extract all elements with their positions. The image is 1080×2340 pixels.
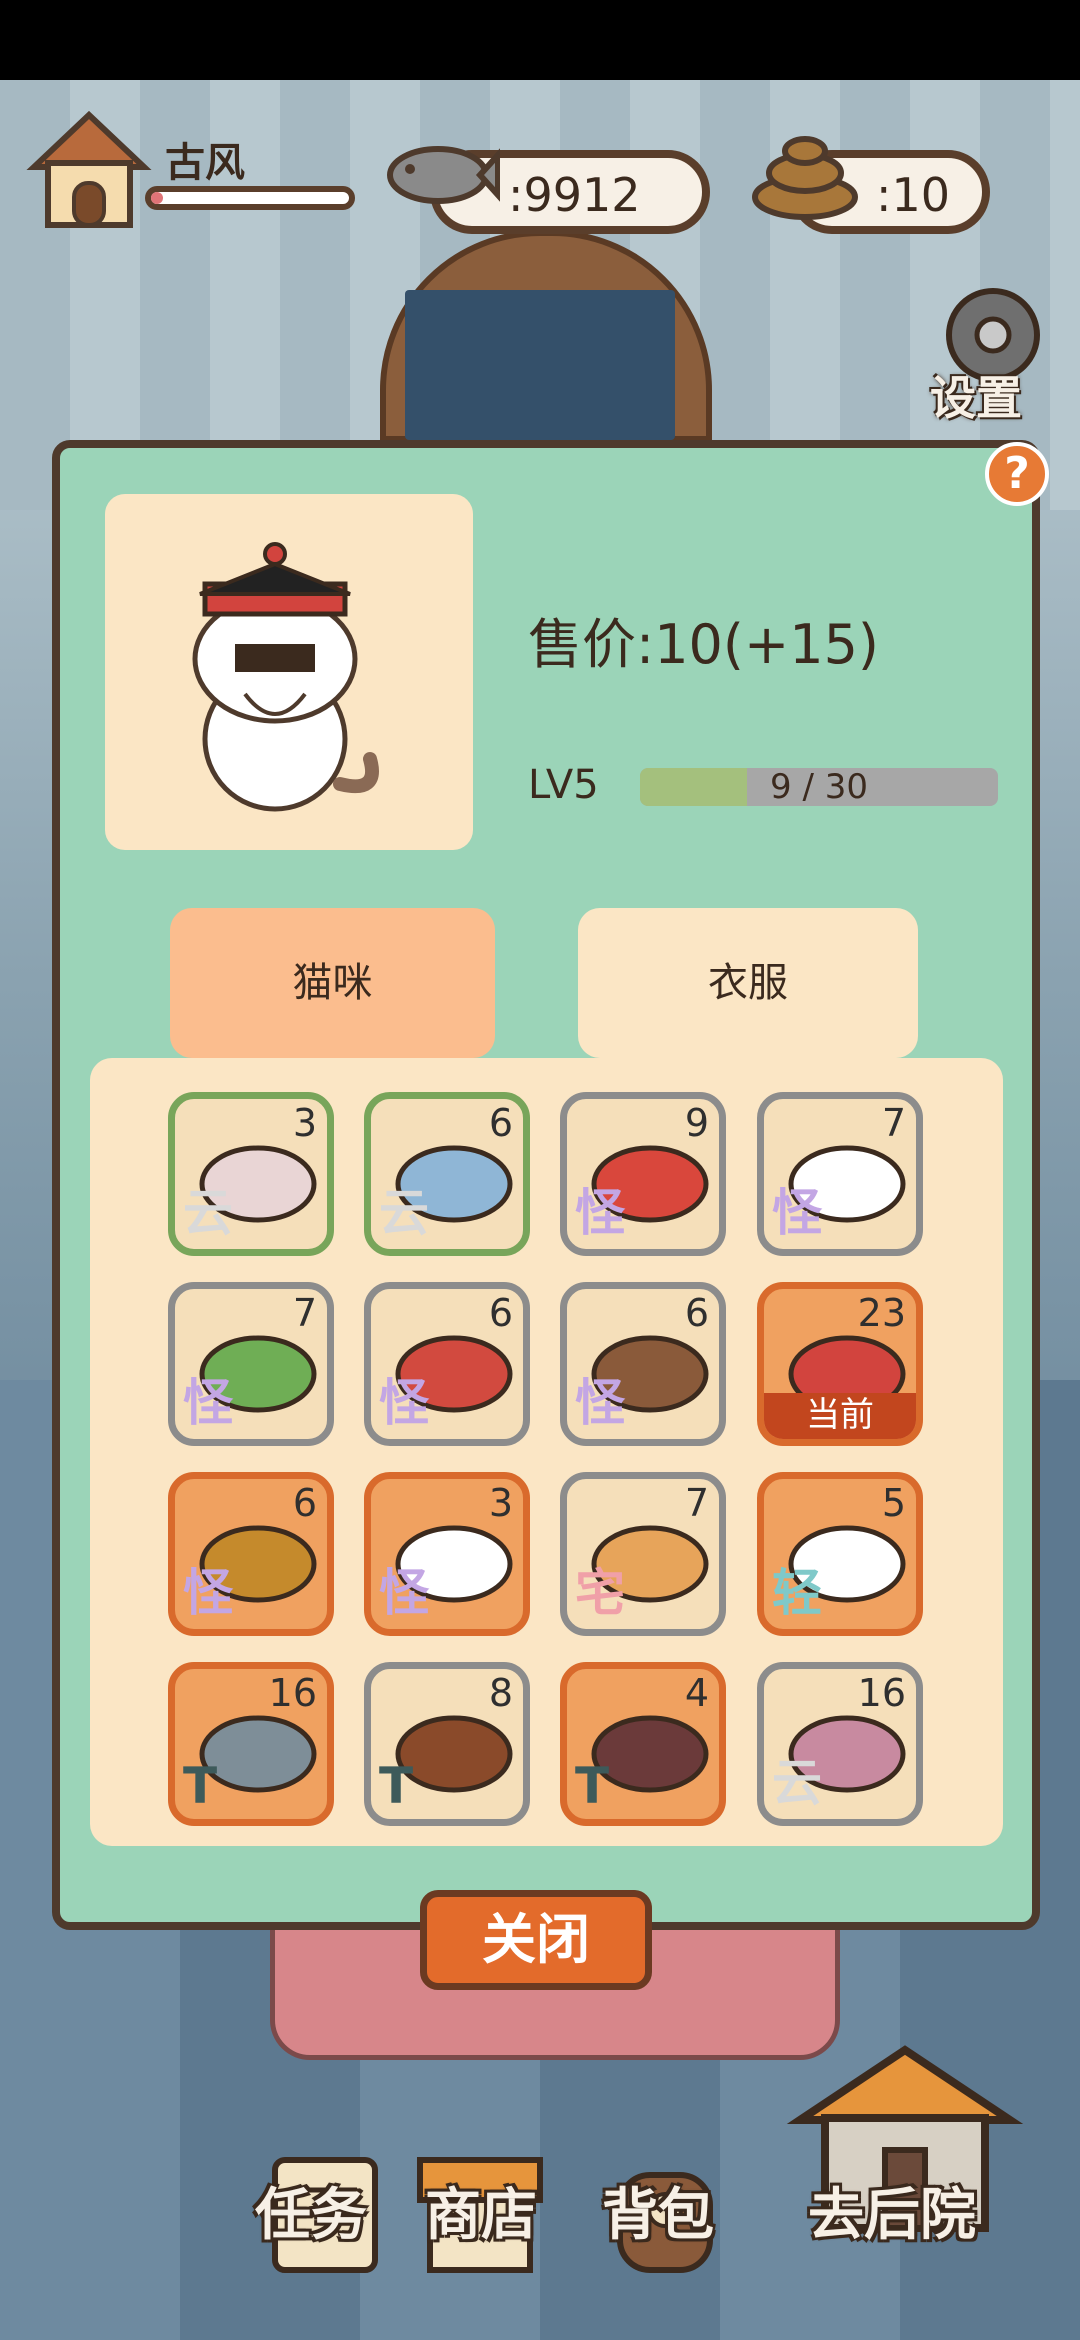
item-count: 6 xyxy=(292,1481,317,1525)
outfit-item[interactable]: 16 T xyxy=(168,1662,334,1826)
experience-text: 9 / 30 xyxy=(770,767,868,807)
item-count: 16 xyxy=(268,1671,317,1715)
item-rarity-tag: T xyxy=(575,1757,610,1815)
level-name: 古风 xyxy=(165,140,245,186)
outfit-item[interactable]: 6怪 xyxy=(364,1282,530,1446)
outfit-item[interactable]: 8T xyxy=(364,1662,530,1826)
outfit-item[interactable]: 9怪 xyxy=(560,1092,726,1256)
status-bar xyxy=(0,0,1080,80)
poop-count: :10 xyxy=(876,168,951,222)
item-count: 5 xyxy=(881,1481,906,1525)
item-rarity-tag: 怪 xyxy=(379,1374,429,1432)
item-count: 23 xyxy=(857,1291,906,1335)
item-count: 6 xyxy=(488,1291,513,1335)
item-count: 8 xyxy=(488,1671,513,1715)
item-count: 7 xyxy=(292,1291,317,1335)
outfit-grid: 3 云 6 云 9 怪 7 怪 7 怪 6 怪 6 怪 23 当前 6 怪 3 怪 7 宅 5 轻 16 T 8 T 4 T 16 云 xyxy=(90,1058,1003,1846)
outfit-item[interactable]: 4T xyxy=(560,1662,726,1826)
outfit-item[interactable]: 5轻 xyxy=(757,1472,923,1636)
close-button[interactable]: 关闭 xyxy=(420,1890,652,1990)
item-rarity-tag: 云 xyxy=(183,1184,233,1242)
item-rarity-tag: 怪 xyxy=(772,1184,822,1242)
item-rarity-tag: 宅 xyxy=(575,1564,625,1622)
help-button[interactable]: ? xyxy=(985,442,1049,506)
item-rarity-tag: 云 xyxy=(772,1754,822,1812)
backpack-button[interactable]: 背包 xyxy=(602,2170,714,2251)
item-count: 4 xyxy=(684,1671,709,1715)
sell-price: 售价:10(+15) xyxy=(528,613,879,676)
outfit-item[interactable]: 3怪 xyxy=(364,1472,530,1636)
outfit-item[interactable]: 7怪 xyxy=(168,1282,334,1446)
level-progress-fill xyxy=(151,192,163,204)
outfit-item[interactable]: 3云 xyxy=(168,1092,334,1256)
tab-clothes[interactable]: 衣服 xyxy=(578,908,918,1058)
level-progress-bar xyxy=(145,186,355,210)
cat-level: LV5 xyxy=(528,762,599,808)
item-count: 7 xyxy=(881,1101,906,1145)
settings-button[interactable]: 设置 xyxy=(930,362,1022,428)
item-rarity-tag: T xyxy=(379,1757,414,1815)
fish-count: :9912 xyxy=(508,168,641,222)
poop-icon xyxy=(752,136,858,220)
item-rarity-tag: 怪 xyxy=(183,1374,233,1432)
outfit-item[interactable]: 6怪 xyxy=(560,1282,726,1446)
outfit-item[interactable]: 16 云 xyxy=(757,1662,923,1826)
cat-in-official-hat-icon xyxy=(192,542,379,812)
item-rarity-tag: 云 xyxy=(379,1184,429,1242)
cat-house-icon[interactable] xyxy=(24,105,154,235)
item-count: 6 xyxy=(684,1291,709,1335)
item-rarity-tag: 怪 xyxy=(183,1564,233,1622)
backyard-button[interactable]: 去后院 xyxy=(808,2170,976,2251)
fish-icon xyxy=(387,146,500,204)
shop-window-decoration xyxy=(405,290,675,440)
outfit-item[interactable]: 7宅 xyxy=(560,1472,726,1636)
item-rarity-tag: 轻 xyxy=(772,1564,822,1622)
item-count: 3 xyxy=(488,1481,513,1525)
item-rarity-tag: 怪 xyxy=(575,1184,625,1242)
outfit-item[interactable]: 6云 xyxy=(364,1092,530,1256)
outfit-item[interactable]: 23 当前 xyxy=(757,1282,923,1446)
current-badge: 当前 xyxy=(764,1393,916,1439)
item-count: 3 xyxy=(292,1101,317,1145)
item-count: 16 xyxy=(857,1671,906,1715)
tasks-button[interactable]: 任务 xyxy=(255,2170,367,2251)
item-count: 6 xyxy=(488,1101,513,1145)
shop-button[interactable]: 商店 xyxy=(425,2170,537,2251)
outfit-item[interactable]: 6怪 xyxy=(168,1472,334,1636)
outfit-item[interactable]: 7怪 xyxy=(757,1092,923,1256)
item-rarity-tag: 怪 xyxy=(379,1564,429,1622)
item-count: 9 xyxy=(684,1101,709,1145)
tab-cats[interactable]: 猫咪 xyxy=(170,908,495,1058)
item-rarity-tag: 怪 xyxy=(575,1374,625,1432)
cat-portrait xyxy=(105,494,473,850)
item-count: 7 xyxy=(684,1481,709,1525)
item-rarity-tag: T xyxy=(183,1757,218,1815)
